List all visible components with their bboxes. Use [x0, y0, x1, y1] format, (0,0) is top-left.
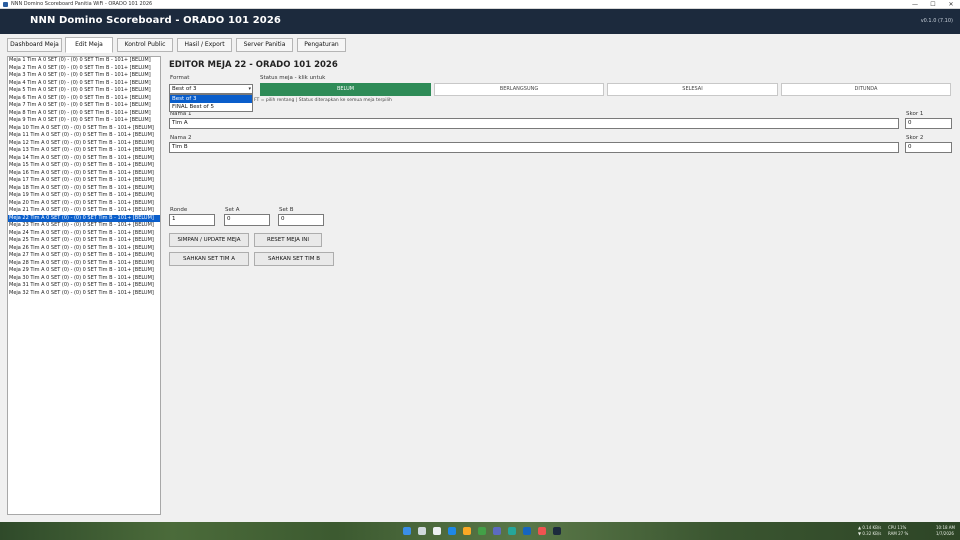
list-item[interactable]: Meja 21 Tim A 0 SET (0) - (0) 0 SET Tim …	[8, 207, 160, 215]
skor1-label: Skor 1	[906, 111, 924, 117]
tab-server-panitia[interactable]: Server Panitia	[236, 38, 293, 52]
format-label: Format	[170, 75, 190, 81]
maximize-button[interactable]: ☐	[924, 0, 942, 9]
status-berlangsung-button[interactable]: BERLANGSUNG	[434, 83, 604, 96]
minimize-button[interactable]: —	[906, 0, 924, 9]
app-icon-1[interactable]	[508, 527, 516, 535]
format-option-best-of-3[interactable]: Best of 3	[170, 95, 252, 103]
tab-edit-meja[interactable]: Edit Meja	[65, 37, 113, 53]
list-item[interactable]: Meja 22 Tim A 0 SET (0) - (0) 0 SET Tim …	[8, 214, 160, 222]
sahkan-set-a-button[interactable]: SAHKAN SET TIM A	[169, 252, 249, 266]
cpu-readout: CPU 11%	[888, 525, 907, 530]
list-item[interactable]: Meja 16 Tim A 0 SET (0) - (0) 0 SET Tim …	[8, 170, 160, 178]
list-item[interactable]: Meja 14 Tim A 0 SET (0) - (0) 0 SET Tim …	[8, 155, 160, 163]
meja-list[interactable]: Meja 1 Tim A 0 SET (0) - (0) 0 SET Tim B…	[7, 56, 161, 515]
skor1-input[interactable]: 0	[905, 118, 952, 129]
format-dropdown[interactable]: Best of 3 FINAL Best of 5	[169, 94, 253, 112]
sahkan-set-b-button[interactable]: SAHKAN SET TIM B	[254, 252, 334, 266]
tab-pengaturan[interactable]: Pengaturan	[297, 38, 346, 52]
list-item[interactable]: Meja 26 Tim A 0 SET (0) - (0) 0 SET Tim …	[8, 245, 160, 253]
list-item[interactable]: Meja 29 Tim A 0 SET (0) - (0) 0 SET Tim …	[8, 267, 160, 275]
status-hint: FT = pilih rentang | Status diterapkan k…	[254, 98, 392, 103]
format-select[interactable]: Best of 3 ▾	[169, 84, 253, 94]
terminal-icon[interactable]	[493, 527, 501, 535]
app-icon-2[interactable]	[538, 527, 546, 535]
format-select-value: Best of 3	[172, 86, 197, 92]
list-item[interactable]: Meja 3 Tim A 0 SET (0) - (0) 0 SET Tim B…	[8, 72, 160, 80]
list-item[interactable]: Meja 30 Tim A 0 SET (0) - (0) 0 SET Tim …	[8, 275, 160, 283]
setb-input[interactable]: 0	[278, 214, 324, 226]
app-title: NNN Domino Scoreboard - ORADO 101 2026	[30, 15, 281, 26]
tab-dashboard-meja[interactable]: Dashboard Meja	[7, 38, 62, 52]
nama1-input[interactable]: Tim A	[169, 118, 899, 129]
format-option-final-best-of-5[interactable]: FINAL Best of 5	[170, 103, 252, 111]
list-item[interactable]: Meja 17 Tim A 0 SET (0) - (0) 0 SET Tim …	[8, 177, 160, 185]
status-ditunda-button[interactable]: DITUNDA	[781, 83, 951, 96]
os-window-title: NNN Domino Scoreboard Panitia WiFi - ORA…	[11, 1, 153, 7]
file-explorer-icon[interactable]	[463, 527, 471, 535]
list-item[interactable]: Meja 15 Tim A 0 SET (0) - (0) 0 SET Tim …	[8, 162, 160, 170]
nama2-label: Nama 2	[170, 135, 192, 141]
os-titlebar: NNN Domino Scoreboard Panitia WiFi - ORA…	[0, 0, 960, 9]
list-item[interactable]: Meja 24 Tim A 0 SET (0) - (0) 0 SET Tim …	[8, 230, 160, 238]
search-icon[interactable]	[418, 527, 426, 535]
clock-date[interactable]: 1/7/2026	[936, 531, 954, 536]
app-version: v0.1.0 (7.10)	[920, 18, 953, 24]
seta-input[interactable]: 0	[224, 214, 270, 226]
tab-kontrol-public[interactable]: Kontrol Public	[117, 38, 173, 52]
list-item[interactable]: Meja 8 Tim A 0 SET (0) - (0) 0 SET Tim B…	[8, 110, 160, 118]
list-item[interactable]: Meja 9 Tim A 0 SET (0) - (0) 0 SET Tim B…	[8, 117, 160, 125]
list-item[interactable]: Meja 27 Tim A 0 SET (0) - (0) 0 SET Tim …	[8, 252, 160, 260]
list-item[interactable]: Meja 2 Tim A 0 SET (0) - (0) 0 SET Tim B…	[8, 65, 160, 73]
ronde-input[interactable]: 1	[169, 214, 215, 226]
net-upload-readout: ▲ 0.14 KB/s	[858, 525, 882, 530]
list-item[interactable]: Meja 4 Tim A 0 SET (0) - (0) 0 SET Tim B…	[8, 80, 160, 88]
list-item[interactable]: Meja 19 Tim A 0 SET (0) - (0) 0 SET Tim …	[8, 192, 160, 200]
editor-title: EDITOR MEJA 22 - ORADO 101 2026	[169, 60, 338, 70]
list-item[interactable]: Meja 28 Tim A 0 SET (0) - (0) 0 SET Tim …	[8, 260, 160, 268]
list-item[interactable]: Meja 32 Tim A 0 SET (0) - (0) 0 SET Tim …	[8, 290, 160, 298]
reset-meja-button[interactable]: RESET MEJA INI	[254, 233, 322, 247]
list-item[interactable]: Meja 6 Tim A 0 SET (0) - (0) 0 SET Tim B…	[8, 95, 160, 103]
ronde-label: Ronde	[170, 207, 188, 213]
close-button[interactable]: ✕	[942, 0, 960, 9]
skor2-input[interactable]: 0	[905, 142, 952, 153]
status-selesai-button[interactable]: SELESAI	[607, 83, 778, 96]
scoreboard-app-icon[interactable]	[553, 527, 561, 535]
nama1-label: Nama 1	[170, 111, 192, 117]
list-item[interactable]: Meja 10 Tim A 0 SET (0) - (0) 0 SET Tim …	[8, 125, 160, 133]
vscode-icon[interactable]	[523, 527, 531, 535]
net-download-readout: ▼ 0.32 KB/s	[858, 531, 882, 536]
task-view-icon[interactable]	[433, 527, 441, 535]
windows-start-icon[interactable]	[403, 527, 411, 535]
status-belum-button[interactable]: BELUM	[260, 83, 431, 96]
status-label: Status meja - klik untuk	[260, 75, 326, 81]
list-item[interactable]: Meja 11 Tim A 0 SET (0) - (0) 0 SET Tim …	[8, 132, 160, 140]
store-icon[interactable]	[478, 527, 486, 535]
tab-bar: Dashboard Meja Edit Meja Kontrol Public …	[0, 34, 960, 54]
list-item[interactable]: Meja 5 Tim A 0 SET (0) - (0) 0 SET Tim B…	[8, 87, 160, 95]
list-item[interactable]: Meja 13 Tim A 0 SET (0) - (0) 0 SET Tim …	[8, 147, 160, 155]
list-item[interactable]: Meja 25 Tim A 0 SET (0) - (0) 0 SET Tim …	[8, 237, 160, 245]
setb-label: Set B	[279, 207, 294, 213]
list-item[interactable]: Meja 7 Tim A 0 SET (0) - (0) 0 SET Tim B…	[8, 102, 160, 110]
skor2-label: Skor 2	[906, 135, 924, 141]
list-item[interactable]: Meja 18 Tim A 0 SET (0) - (0) 0 SET Tim …	[8, 185, 160, 193]
ram-readout: RAM 27 %	[888, 531, 909, 536]
nama2-input[interactable]: Tim B	[169, 142, 899, 153]
taskbar: ▲ 0.14 KB/s ▼ 0.32 KB/s CPU 11% RAM 27 %…	[0, 522, 960, 540]
clock-time[interactable]: 10:18 AM	[936, 525, 955, 530]
list-item[interactable]: Meja 12 Tim A 0 SET (0) - (0) 0 SET Tim …	[8, 140, 160, 148]
app-header: NNN Domino Scoreboard - ORADO 101 2026 v…	[0, 9, 960, 34]
seta-label: Set A	[225, 207, 240, 213]
list-item[interactable]: Meja 1 Tim A 0 SET (0) - (0) 0 SET Tim B…	[8, 57, 160, 65]
chevron-down-icon: ▾	[248, 86, 251, 92]
edge-browser-icon[interactable]	[448, 527, 456, 535]
list-item[interactable]: Meja 31 Tim A 0 SET (0) - (0) 0 SET Tim …	[8, 282, 160, 290]
list-item[interactable]: Meja 23 Tim A 0 SET (0) - (0) 0 SET Tim …	[8, 222, 160, 230]
list-item[interactable]: Meja 20 Tim A 0 SET (0) - (0) 0 SET Tim …	[8, 200, 160, 208]
tab-hasil-export[interactable]: Hasil / Export	[177, 38, 232, 52]
app-icon	[3, 2, 8, 7]
simpan-update-button[interactable]: SIMPAN / UPDATE MEJA	[169, 233, 249, 247]
